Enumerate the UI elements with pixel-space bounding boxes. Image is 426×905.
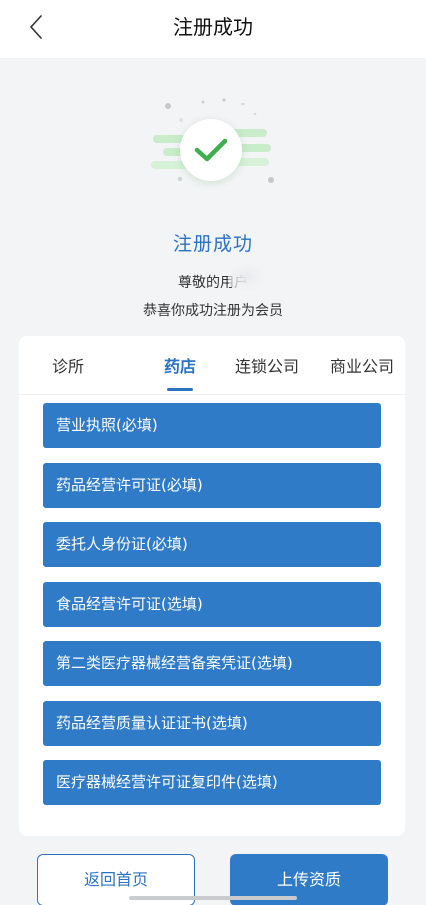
page-title: 注册成功 <box>173 15 253 39</box>
success-illustration <box>143 92 283 202</box>
tab-clinic[interactable]: 诊所 <box>31 336 105 394</box>
tab-pharmacy[interactable]: 药店 <box>143 336 217 394</box>
success-message: 恭喜你成功注册为会员 <box>143 303 283 319</box>
doc-business-license-button[interactable]: 营业执照(必填) <box>43 403 381 448</box>
blurred-username <box>228 262 266 292</box>
top-nav-bar: 注册成功 <box>0 0 426 58</box>
qualification-card: 诊所 药店 连锁公司 商业公司 营业执照(必填) 药品经营许可证(必填) 委托人… <box>19 336 405 836</box>
doc-agent-id-button[interactable]: 委托人身份证(必填) <box>43 522 381 567</box>
doc-medical-device-filing-button[interactable]: 第二类医疗器械经营备案凭证(选填) <box>43 641 381 686</box>
doc-food-license-button[interactable]: 食品经营许可证(选填) <box>43 582 381 627</box>
active-tab-indicator <box>167 388 193 391</box>
check-circle-icon <box>180 119 242 181</box>
doc-quality-cert-button[interactable]: 药品经营质量认证证书(选填) <box>43 701 381 746</box>
doc-drug-license-button[interactable]: 药品经营许可证(必填) <box>43 463 381 508</box>
greeting-text: 尊敬的用户 <box>178 275 248 291</box>
category-tabs: 诊所 药店 连锁公司 商业公司 <box>19 336 405 395</box>
registration-success-page: 注册成功 注册成功 尊敬的用户 恭喜你成功注册为会员 诊所 药店 连锁公司 商业… <box>0 0 426 905</box>
home-indicator <box>129 896 297 900</box>
success-title: 注册成功 <box>172 233 253 255</box>
doc-medical-device-license-copy-button[interactable]: 医疗器械经营许可证复印件(选填) <box>43 760 381 805</box>
tab-commercial-company[interactable]: 商业公司 <box>317 336 407 394</box>
tab-chain-company[interactable]: 连锁公司 <box>222 336 312 394</box>
